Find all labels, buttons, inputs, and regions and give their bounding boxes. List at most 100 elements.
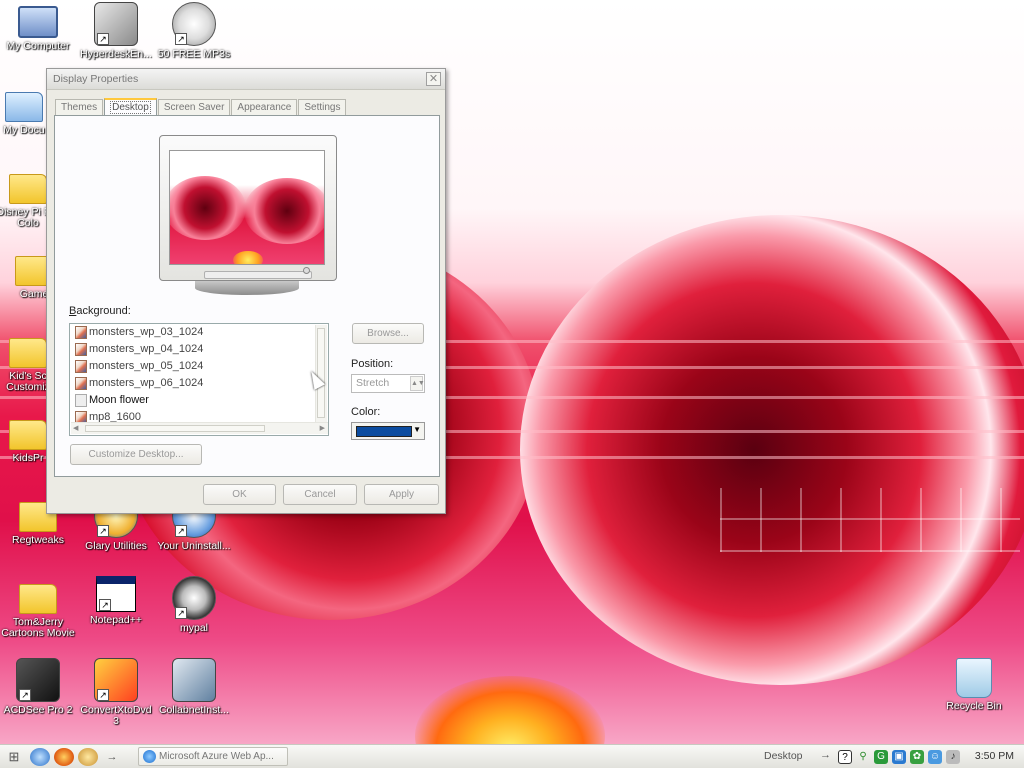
list-item[interactable]: monsters_wp_03_1024 [75,324,203,341]
image-file-icon [75,326,87,339]
desktop-icon-collabnet[interactable]: CollabnetInst... [156,658,232,716]
notepad-icon: ↗ [96,576,136,612]
tab-desktop[interactable]: Desktop [104,98,157,115]
tab-appearance[interactable]: Appearance [231,99,298,115]
scroll-left-icon[interactable]: ◀ [73,424,78,432]
help-icon[interactable]: ? [838,750,852,764]
desktop-icon-label: Game [19,288,49,300]
desktop-icon-label: Recycle Bin [946,700,1002,712]
desktop-icon-hyperdesk[interactable]: ↗ HyperdeskEn... [78,2,154,60]
color-picker-button[interactable]: ▼ [351,422,425,440]
shortcut-arrow-icon: ↗ [97,33,109,45]
ie-icon[interactable] [30,747,50,766]
color-label: Color: [351,406,381,418]
close-button[interactable]: ✕ [426,72,441,86]
folder-icon [9,338,47,368]
dialog-title-bar[interactable]: Display Properties [47,69,445,90]
close-icon: ✕ [428,73,439,85]
list-item[interactable]: Moon flower [75,392,149,409]
image-file-icon [75,360,87,373]
network-icon[interactable]: ⚲ [856,750,870,764]
folder-icon [9,174,47,204]
desktop-icon-label: 50 FREE MP3s [157,48,231,60]
folder-icon [19,584,57,614]
image-file-icon [75,394,87,407]
desktop-icon-convertxtodvd[interactable]: ↗ ConvertXtoDvd 3 [78,658,154,727]
taskbar-button-label: Microsoft Azure Web Ap... [159,751,274,762]
recycle-bin-icon [956,658,992,698]
background-list[interactable]: monsters_wp_03_1024 monsters_wp_04_1024 … [69,323,329,436]
firefox-icon[interactable] [54,747,74,766]
start-button[interactable]: ⊞ [0,746,28,768]
cancel-button[interactable]: Cancel [283,484,357,505]
taskbar-button-azure[interactable]: Microsoft Azure Web Ap... [138,747,288,766]
desktop-icon-acdsee-pro[interactable]: ↗ ACDSee Pro 2 [0,658,76,716]
hyperdesk-icon: ↗ [94,2,138,46]
list-item[interactable]: monsters_wp_06_1024 [75,375,203,392]
spinner-icon[interactable]: ▲▼ [410,376,425,391]
volume-icon[interactable]: ♪ [946,750,960,764]
chevron-down-icon: ▼ [413,425,421,434]
desktop-icon-label: Your Uninstall... [157,540,231,552]
shortcut-arrow-icon: ↗ [175,525,187,537]
paint-icon[interactable] [78,747,98,766]
desktop-toolbar-label[interactable]: Desktop [764,750,803,762]
position-label: Position: [351,358,394,370]
desktop-tab-panel: Background: monsters_wp_03_1024 monsters… [54,115,440,477]
desktop-icon-recycle-bin[interactable]: Recycle Bin [936,658,1012,712]
list-item-label: monsters_wp_04_1024 [89,343,204,355]
desktop-icon-my-computer[interactable]: My Computer [0,2,76,52]
scroll-thumb[interactable] [85,425,265,432]
clock: 3:50 PM [974,750,1014,762]
desktop-icon-label: Notepad++ [90,614,142,626]
security-icon[interactable]: ✿ [910,750,924,764]
antivirus-icon[interactable]: G [874,750,888,764]
tab-label: Settings [304,102,341,113]
film-reel-icon: ↗ [172,2,216,46]
customize-desktop-button[interactable]: Customize Desktop... [70,444,202,465]
desktop-icon-mypal[interactable]: ↗ mypal [156,576,232,634]
color-swatch [356,426,412,437]
shortcut-arrow-icon: ↗ [97,525,109,537]
folder-icon [9,420,47,450]
tab-label: Desktop [110,101,151,114]
list-item[interactable]: monsters_wp_04_1024 [75,341,203,358]
desktop-icon-50-free-mp3s[interactable]: ↗ 50 FREE MP3s [156,2,232,60]
toolbar-arrow-icon[interactable]: → [820,749,831,761]
list-item[interactable]: monsters_wp_05_1024 [75,358,203,375]
desktop-icon-label: CollabnetInst... [158,704,230,716]
position-dropdown[interactable]: Stretch ▲▼ [351,374,425,393]
tab-screen-saver[interactable]: Screen Saver [157,99,231,115]
wallpaper-swirl-right [520,215,1024,685]
dialog-title: Display Properties [53,73,139,85]
display-icon[interactable]: ▣ [892,750,906,764]
desktop-icon-label: HyperdeskEn... [80,48,152,60]
tab-label: Screen Saver [163,102,225,113]
desktop-icon-label: Regtweaks [12,534,64,546]
taskbar: ⊞ → Microsoft Azure Web Ap... Desktop → … [0,744,1024,768]
quick-launch-more-icon[interactable]: → [102,748,122,766]
scroll-right-icon[interactable]: ▶ [320,424,325,432]
ok-button[interactable]: OK [203,484,276,505]
browse-button[interactable]: Browse... [352,323,424,344]
preview-flower [233,251,263,264]
messenger-icon[interactable]: ☺ [928,750,942,764]
raccoon-icon: ↗ [172,576,216,620]
list-item-label: Moon flower [89,394,149,406]
desktop-icon-label: My Computer [6,40,70,52]
my-documents-icon [5,92,43,122]
convertxtodvd-icon: ↗ [94,658,138,702]
tab-themes[interactable]: Themes [55,99,104,115]
desktop-icon-label: Kid's Sc Customiz [6,370,50,393]
tab-strip: Themes Desktop Screen Saver Appearance S… [55,98,347,115]
desktop-icon-label: Tom&Jerry Cartoons Movie [1,616,75,639]
apply-button[interactable]: Apply [364,484,439,505]
desktop-icon-tom-jerry[interactable]: Tom&Jerry Cartoons Movie [0,576,76,639]
shortcut-arrow-icon: ↗ [99,599,111,611]
tab-settings[interactable]: Settings [298,99,347,115]
desktop-icon-notepad-plus-plus[interactable]: ↗ Notepad++ [78,576,154,626]
shortcut-arrow-icon: ↗ [175,607,187,619]
preview-swirl [244,178,324,244]
horizontal-scrollbar[interactable]: ◀ ▶ [71,422,328,434]
power-led-icon [303,267,310,274]
